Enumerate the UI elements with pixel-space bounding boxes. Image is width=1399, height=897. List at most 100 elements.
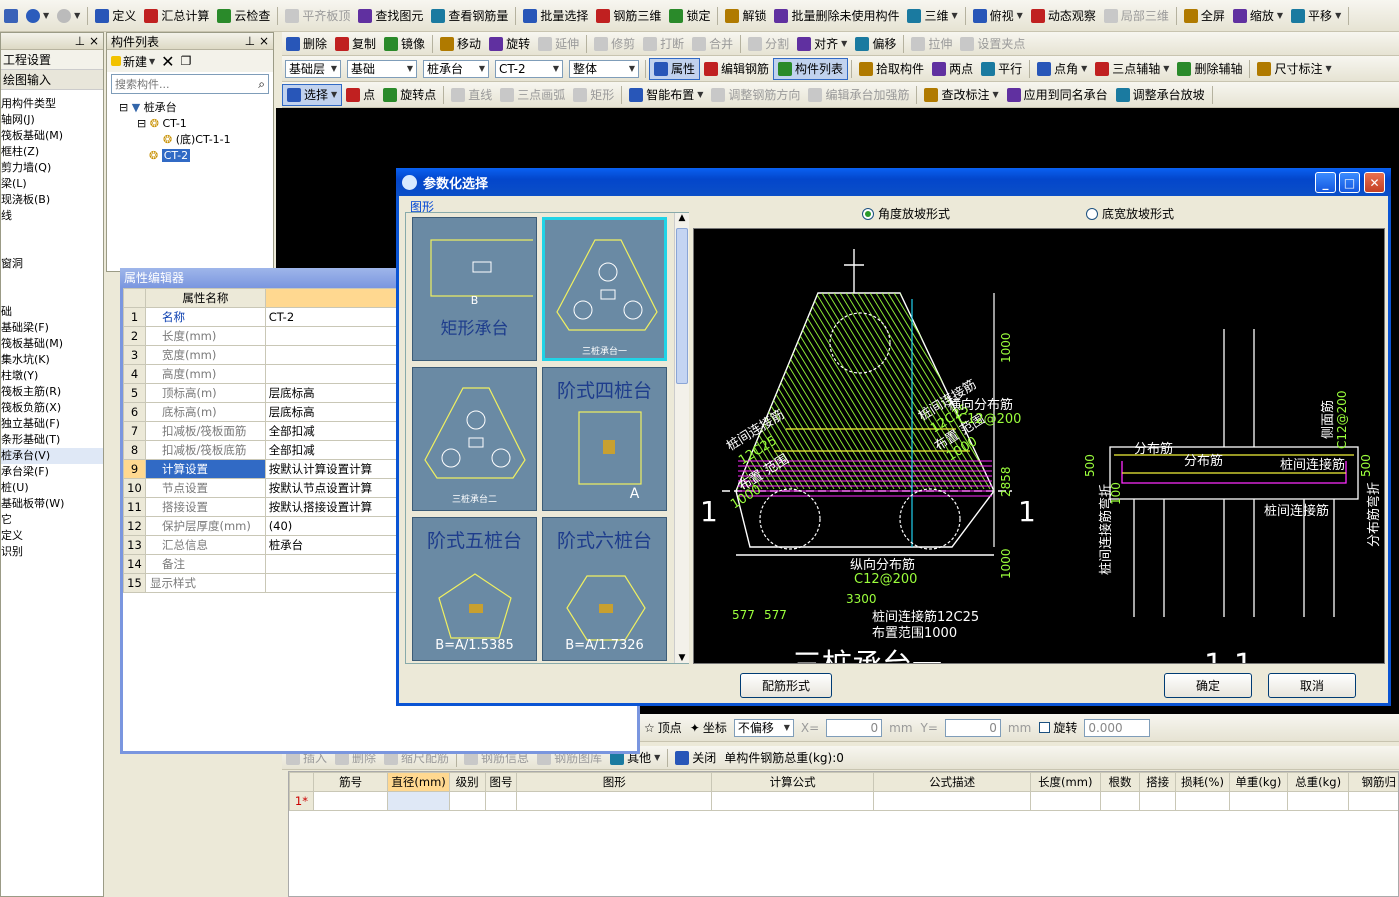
property-row[interactable]: 4 高度(mm) (123, 364, 404, 384)
scroll-down-icon[interactable]: ▼ (675, 653, 689, 663)
coord-snap[interactable]: ✦ 坐标 (686, 717, 731, 739)
tb3-button-2[interactable]: 构件列表 (773, 57, 849, 80)
property-row[interactable]: 14 备注 (123, 554, 404, 574)
rotate-input[interactable]: 0.000 (1084, 718, 1151, 737)
tb4-button-3[interactable]: 直线 (447, 84, 496, 106)
property-value[interactable] (264, 554, 404, 574)
cell[interactable] (1175, 791, 1230, 811)
property-value[interactable] (264, 345, 404, 365)
tb3-button-9[interactable]: 尺寸标注 ▼ (1253, 58, 1335, 80)
property-value[interactable]: CT-2 (264, 307, 404, 327)
nav-item[interactable]: 筏板基础(M) (1, 336, 103, 352)
nav-item[interactable]: 筏板主筋(R) (1, 384, 103, 400)
tb4-button-0[interactable]: 选择 ▼ (282, 83, 343, 106)
item-select[interactable]: CT-2 ▼ (495, 59, 563, 78)
tb1-button-1[interactable]: 汇总计算 (140, 5, 213, 27)
nav-item[interactable]: 框柱(Z) (1, 144, 103, 160)
tb3-button-0[interactable]: 属性 (649, 57, 701, 80)
nav-item[interactable]: 集水坑(K) (1, 352, 103, 368)
tree-node-ct1-1[interactable]: ❂ (底)CT-1-1 (119, 132, 273, 148)
nav-item[interactable]: 基础梁(F) (1, 320, 103, 336)
property-row[interactable]: 2 长度(mm) (123, 326, 404, 346)
rotate-toggle[interactable]: 旋转 (1035, 717, 1081, 739)
cancel-button[interactable]: 取消 (1268, 673, 1356, 698)
scope-select[interactable]: 整体 ▼ (569, 59, 639, 78)
tb4-button-4[interactable]: 三点画弧 (496, 84, 569, 106)
property-row[interactable]: 10 节点设置 按默认节点设置计算 (123, 478, 404, 498)
shape-thumb[interactable]: 阶式五桩台 B=A/1.5385 (412, 517, 537, 661)
cell[interactable] (1348, 791, 1398, 811)
nav-item[interactable]: 桩(U) (1, 480, 103, 496)
nav-item[interactable]: 独立基础(F) (1, 416, 103, 432)
tb1-button-13[interactable]: 动态观察 (1027, 5, 1100, 27)
radio-width[interactable]: 底宽放坡形式 (1086, 205, 1174, 222)
property-row[interactable]: 1 名称 CT-2 (123, 307, 404, 327)
tb2-button-8[interactable]: 合并 (688, 33, 737, 55)
pin-icon[interactable]: ⊥ × (75, 34, 99, 48)
type-select[interactable]: 桩承台 ▼ (423, 59, 489, 78)
property-value[interactable]: 层底标高 (264, 383, 404, 403)
nav-item[interactable]: 筏板基础(M) (1, 128, 103, 144)
nav-item[interactable]: 剪力墙(Q) (1, 160, 103, 176)
property-value[interactable]: 层底标高 (264, 402, 404, 422)
nav-item[interactable]: 筏板负筋(X) (1, 400, 103, 416)
tb1-button-17[interactable]: 平移 ▼ (1287, 5, 1345, 27)
tb4-button-2[interactable]: 旋转点 (379, 84, 440, 106)
shape-thumb[interactable]: 阶式四桩台 A (542, 367, 667, 511)
cell[interactable] (516, 791, 712, 811)
shape-thumb[interactable]: 三桩承台一三桩承台一 (542, 217, 667, 361)
tb1-button-5[interactable]: 查看钢筋量 (427, 5, 512, 27)
property-row[interactable]: 6 底标高(m) 层底标高 (123, 402, 404, 422)
nav-item[interactable]: 识别 (1, 544, 103, 560)
tb3-button-3[interactable]: 拾取构件 (855, 58, 928, 80)
shape-thumb[interactable]: 三桩承台二三桩承台二 (412, 367, 537, 511)
offset-select[interactable]: 不偏移 ▼ (733, 718, 794, 737)
tb4-button-11[interactable]: 调整承台放坡 (1112, 84, 1209, 106)
nav-item[interactable] (1, 240, 103, 256)
tb2-button-1[interactable]: 复制 (331, 33, 380, 55)
property-value[interactable]: 按默认节点设置计算 (264, 478, 404, 498)
floor-select[interactable]: 基础层 ▼ (285, 59, 341, 78)
tb2-button-13[interactable]: 设置夹点 (956, 33, 1029, 55)
tb2-button-5[interactable]: 延伸 (534, 33, 583, 55)
property-row[interactable]: 15 显示样式 (123, 573, 404, 593)
nav-project-settings[interactable]: 工程设置 (1, 50, 103, 70)
cell[interactable] (448, 791, 486, 811)
nav-item[interactable]: 承台梁(F) (1, 464, 103, 480)
tb2-button-0[interactable]: 删除 (282, 33, 331, 55)
cell[interactable] (1029, 791, 1101, 811)
rebar-form-button[interactable]: 配筋形式 (740, 673, 832, 698)
scroll-thumb[interactable] (676, 228, 688, 384)
tb2-button-12[interactable]: 拉伸 (907, 33, 956, 55)
nav-item[interactable]: 现浇板(B) (1, 192, 103, 208)
nav-item[interactable]: 窗洞 (1, 256, 103, 272)
tree-node-ct1[interactable]: ⊟ ❂ CT-1 (119, 116, 273, 132)
tb1-button-0[interactable]: 定义 (91, 5, 140, 27)
tree-node-pile-cap[interactable]: ⊟ ▼ 桩承台 (119, 100, 273, 116)
shape-thumb[interactable]: 阶式六桩台 B=A/1.7326 (542, 517, 667, 661)
tb1-button-16[interactable]: 缩放 ▼ (1229, 5, 1287, 27)
tb5-button-6[interactable]: 关闭 (671, 747, 720, 769)
property-value[interactable]: 全部扣减 (264, 421, 404, 441)
shape-scrollbar[interactable]: ▲ ▼ (674, 213, 689, 663)
tb1-button-12[interactable]: 俯视 ▼ (969, 5, 1027, 27)
nav-item[interactable]: 它 (1, 512, 103, 528)
property-value[interactable]: (40) (264, 516, 404, 536)
delete-icon[interactable]: ✕ (161, 52, 174, 71)
tb3-button-4[interactable]: 两点 (928, 58, 977, 80)
tb4-button-6[interactable]: 智能布置 ▼ (625, 84, 707, 106)
cell[interactable] (873, 791, 1031, 811)
tb4-button-10[interactable]: 应用到同名承台 (1003, 84, 1112, 106)
minimize-button[interactable]: _ (1315, 172, 1336, 193)
nav-item[interactable]: 用构件类型 (1, 96, 103, 112)
undo-button[interactable]: ▼ (22, 5, 53, 27)
property-row[interactable]: 13 汇总信息 桩承台 (123, 535, 404, 555)
tb3-button-8[interactable]: 删除辅轴 (1173, 58, 1246, 80)
nav-item[interactable]: 柱墩(Y) (1, 368, 103, 384)
nav-item[interactable]: 轴网(J) (1, 112, 103, 128)
tb3-button-5[interactable]: 平行 (977, 58, 1026, 80)
tb1-button-14[interactable]: 局部三维 (1100, 5, 1173, 27)
search-input[interactable] (115, 77, 235, 91)
nav-item[interactable] (1, 272, 103, 288)
tb4-button-5[interactable]: 矩形 (569, 84, 618, 106)
